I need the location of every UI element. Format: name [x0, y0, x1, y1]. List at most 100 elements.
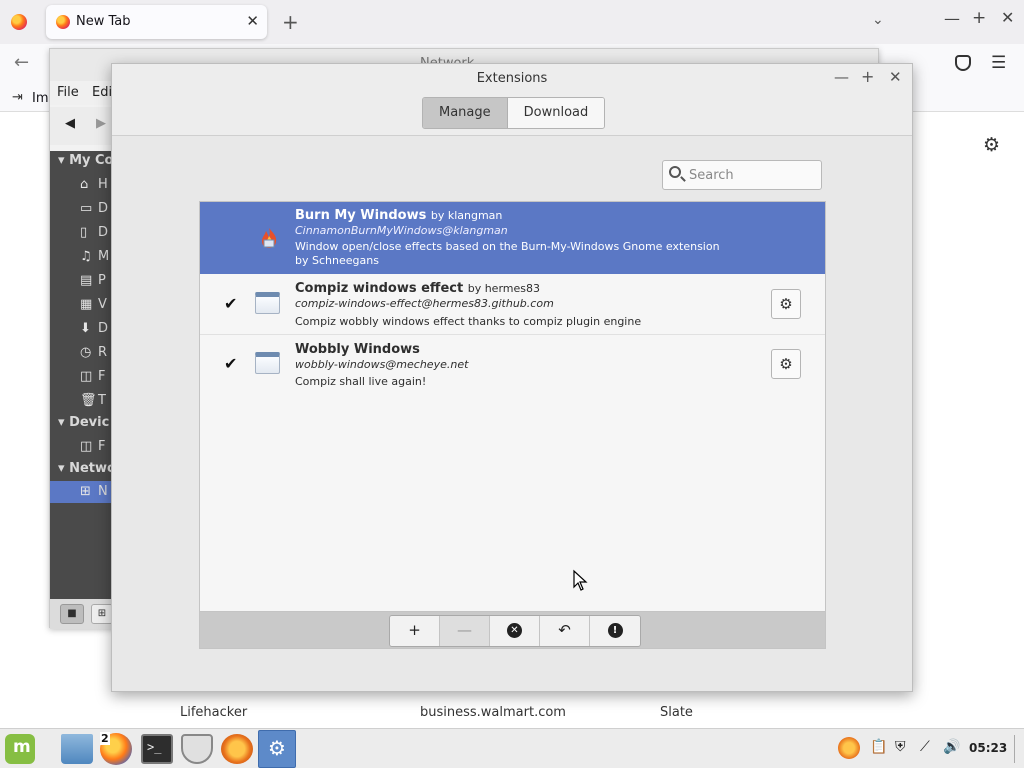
extension-window-icon	[255, 292, 280, 314]
uninstall-icon: ✕	[507, 623, 522, 638]
configure-extension-button[interactable]: ⚙	[771, 289, 801, 319]
show-places-button[interactable]: ■	[60, 604, 84, 624]
sidebar-item[interactable]: 🗑T	[80, 393, 106, 408]
sidebar-item[interactable]: ⌂ H	[80, 177, 108, 192]
show-treeview-button[interactable]: ⊞	[91, 604, 113, 624]
sidebar-item[interactable]: ◫ F	[80, 369, 105, 384]
extension-description: Compiz shall live again!	[295, 375, 427, 388]
home-icon: ⌂	[80, 177, 89, 192]
network-tray-icon[interactable]: ⟋	[920, 739, 930, 755]
add-extension-button[interactable]: +	[390, 616, 440, 646]
files-launcher-icon[interactable]	[61, 734, 93, 764]
extension-uuid: wobbly-windows@mecheye.net	[295, 358, 469, 371]
extension-row-wobbly-windows[interactable]: ✔ Wobbly Windows wobbly-windows@mecheye.…	[200, 335, 825, 395]
firefox-menu-icon[interactable]: ☰	[991, 53, 1006, 73]
extension-row-compiz-windows-effect[interactable]: ✔ Compiz windows effect by hermes83 comp…	[200, 274, 825, 335]
clipboard-tray-icon[interactable]: 📋	[870, 739, 887, 755]
sidebar-item[interactable]: ▭ D	[80, 201, 108, 216]
music-icon: ♫	[80, 249, 92, 264]
top-site-tile[interactable]: Slate	[644, 692, 860, 728]
sidebar-item[interactable]: ◷ R	[80, 345, 107, 360]
enabled-check-icon: ✔	[224, 294, 238, 313]
about-extension-button[interactable]: !	[590, 616, 640, 646]
extensions-title: Extensions	[476, 71, 548, 86]
sidebar-item[interactable]: ▤ P	[80, 273, 106, 288]
pictures-icon: ▤	[80, 273, 93, 288]
tab-manage[interactable]: Manage	[423, 98, 508, 128]
forward-arrow-icon[interactable]: ▶	[96, 116, 106, 131]
top-site-label: Lifehacker	[180, 705, 248, 720]
tab-download[interactable]: Download	[507, 98, 605, 128]
extensions-action-bar: + — ✕ ↶ !	[199, 612, 826, 649]
firefox-minimize-button[interactable]: —	[944, 9, 960, 28]
extensions-minimize-button[interactable]: —	[834, 68, 849, 86]
sidebar-item[interactable]: ⊞ N	[80, 484, 108, 499]
filesystem-icon: ◫	[80, 369, 93, 384]
firefox-tab-favicon-icon	[56, 15, 70, 29]
search-box[interactable]	[662, 160, 822, 190]
firefox-tab-close-icon[interactable]: ✕	[246, 12, 259, 30]
menu-file[interactable]: File	[57, 85, 79, 100]
sidebar-item[interactable]: ⬇ D	[80, 321, 108, 336]
firefox-maximize-button[interactable]: +	[972, 8, 986, 28]
top-site-label: Slate	[660, 705, 693, 720]
volume-tray-icon[interactable]: 🔊	[943, 739, 960, 755]
extension-description: Compiz wobbly windows effect thanks to c…	[295, 315, 642, 328]
search-input[interactable]	[689, 166, 817, 184]
remove-extension-button[interactable]: —	[440, 616, 490, 646]
show-desktop-button[interactable]	[1014, 735, 1020, 763]
menu-edit[interactable]: Edi	[92, 85, 112, 100]
restore-default-button[interactable]: ↶	[540, 616, 590, 646]
extensions-tab-switcher: Manage Download	[422, 97, 606, 129]
recent-icon: ◷	[80, 345, 92, 360]
trash-icon: 🗑	[80, 393, 97, 408]
file-manager-sidebar: ▾ My Co ⌂ H ▭ D ▯ D ♫ M ▤ P ▦ V ⬇ D ◷ R ◫ F 🗑T ▾ …	[50, 151, 112, 599]
sidebar-section-network[interactable]: ▾ Netwo	[58, 461, 112, 476]
shield-tray-icon[interactable]: ⛨	[895, 739, 906, 755]
enabled-check-icon: ✔	[224, 354, 238, 373]
mint-menu-icon[interactable]: m	[5, 734, 35, 764]
extensions-close-button[interactable]: ✕	[889, 68, 902, 86]
app-launcher-icon[interactable]	[221, 734, 253, 764]
sidebar-item[interactable]: ♫ M	[80, 249, 109, 264]
security-launcher-icon[interactable]	[181, 734, 213, 764]
back-arrow-icon[interactable]: ◀	[65, 116, 75, 131]
firefox-new-tab-button[interactable]: +	[282, 10, 299, 34]
firefox-logo-icon	[11, 14, 27, 30]
burn-my-windows-icon	[262, 228, 277, 248]
firefox-window-count-badge: 2	[100, 732, 110, 745]
firefox-pocket-icon[interactable]	[955, 55, 971, 71]
firefox-tab-new-tab[interactable]: New Tab ✕	[46, 5, 267, 39]
file-manager-statusbar: ■ ⊞	[50, 599, 113, 629]
extensions-maximize-button[interactable]: +	[861, 67, 874, 86]
firefox-list-all-tabs-icon[interactable]: ⌄	[872, 12, 884, 28]
sidebar-section-devices[interactable]: ▾ Devic	[58, 415, 109, 430]
sidebar-item[interactable]: ▦ V	[80, 297, 107, 312]
mouse-cursor-icon	[573, 569, 588, 591]
clock[interactable]: 05:23	[969, 741, 1007, 755]
extension-row-burn-my-windows[interactable]: Burn My Windows by klangman CinnamonBurn…	[200, 202, 825, 274]
terminal-launcher-icon[interactable]: >_	[141, 734, 173, 764]
extension-description: Window open/close effects based on the B…	[295, 240, 720, 267]
import-bookmarks-icon[interactable]: ⇥	[12, 90, 23, 105]
firefox-close-button[interactable]: ✕	[1001, 8, 1014, 27]
taskbar: m 2 >_ ⚙ 📋 ⛨ ⟋ 🔊 05:23	[0, 728, 1024, 768]
sidebar-item[interactable]: ◫ F	[80, 439, 105, 454]
sidebar-section-my-computer[interactable]: ▾ My Co	[58, 153, 112, 168]
documents-icon: ▯	[80, 225, 88, 240]
extension-name: Compiz windows effect by hermes83	[295, 281, 540, 296]
new-tab-settings-gear-icon[interactable]: ⚙	[983, 134, 1000, 156]
system-settings-launcher-icon[interactable]: ⚙	[258, 730, 296, 768]
extensions-window: Extensions — + ✕ Manage Download Burn My…	[111, 63, 913, 692]
extension-uuid: CinnamonBurnMyWindows@klangman	[295, 224, 508, 237]
top-site-tile[interactable]: Lifehacker	[164, 692, 380, 728]
extension-window-icon	[255, 352, 280, 374]
firefox-back-icon[interactable]: ←	[14, 52, 29, 73]
sidebar-item[interactable]: ▯ D	[80, 225, 108, 240]
uninstall-extension-button[interactable]: ✕	[490, 616, 540, 646]
extension-name: Burn My Windows by klangman	[295, 208, 503, 223]
search-icon	[669, 166, 681, 178]
tray-app-icon[interactable]	[838, 737, 860, 759]
top-site-tile[interactable]: business.walmart.com	[404, 692, 620, 728]
configure-extension-button[interactable]: ⚙	[771, 349, 801, 379]
